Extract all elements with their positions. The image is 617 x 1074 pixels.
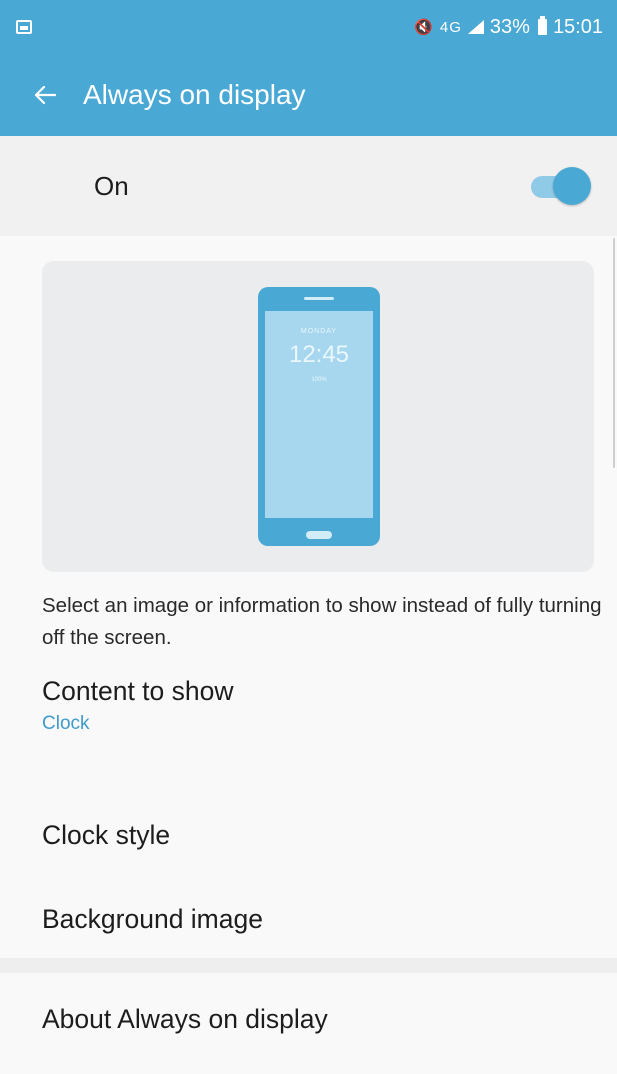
master-switch-row[interactable]: On xyxy=(0,136,617,236)
phone-battery-text: 100% xyxy=(311,377,327,383)
mute-icon: 🔇 xyxy=(414,19,434,36)
content-to-show-title: Content to show xyxy=(42,676,234,706)
battery-percent: 33% xyxy=(489,15,530,38)
status-right: 🔇 4G 33% 15:01 xyxy=(414,16,603,39)
phone-speaker xyxy=(304,297,334,300)
section-divider xyxy=(0,958,617,973)
about-item[interactable]: About Always on display xyxy=(0,1004,617,1035)
page-title: Always on display xyxy=(83,79,306,110)
clock-style-item[interactable]: Clock style xyxy=(0,820,617,851)
phone-illustration: MONDAY 12:45 100% xyxy=(258,287,380,546)
status-time: 15:01 xyxy=(552,15,603,38)
background-image-title: Background image xyxy=(42,904,263,934)
content-to-show-value: Clock xyxy=(42,713,90,734)
content-to-show-item[interactable]: Content to show Clock xyxy=(0,676,617,735)
phone-screen: MONDAY 12:45 100% xyxy=(265,311,373,518)
clock-style-title: Clock style xyxy=(42,820,171,850)
toggle-thumb xyxy=(553,167,591,205)
preview-card: MONDAY 12:45 100% xyxy=(42,261,594,572)
phone-date: MONDAY xyxy=(300,328,338,335)
app-bar: Always on display xyxy=(0,54,617,136)
status-bar: 🔇 4G 33% 15:01 xyxy=(0,0,617,54)
status-left xyxy=(16,20,32,34)
back-button[interactable] xyxy=(15,54,75,136)
scrollbar[interactable] xyxy=(613,238,615,468)
description-text: Select an image or information to show i… xyxy=(42,594,602,649)
battery-icon xyxy=(537,16,547,35)
about-title: About Always on display xyxy=(42,1004,328,1034)
background-image-item[interactable]: Background image xyxy=(0,904,617,935)
signal-icon xyxy=(467,20,484,34)
phone-home-button xyxy=(306,531,332,539)
network-type-label: 4G xyxy=(439,18,462,36)
image-icon xyxy=(16,20,32,34)
phone-clock: 12:45 xyxy=(288,341,350,368)
master-switch-label: On xyxy=(94,170,129,201)
arrow-left-icon xyxy=(34,85,56,105)
on-off-toggle[interactable] xyxy=(529,164,593,208)
